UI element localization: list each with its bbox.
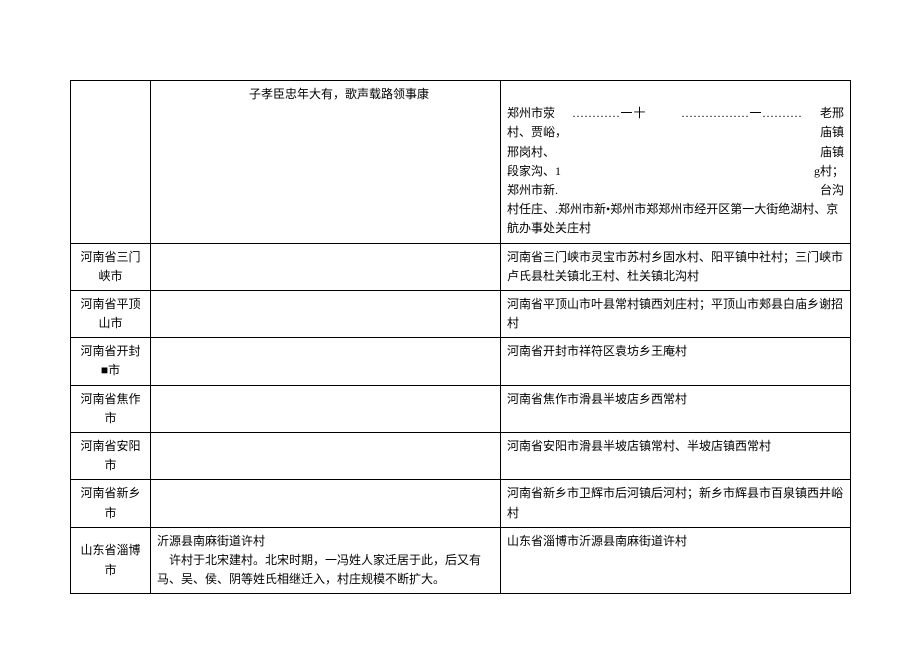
region-cell: 河南省新乡市 (71, 480, 151, 527)
loc-cell: 河南省三门峡市灵宝市苏村乡固水村、阳平镇中社村；三门峡市卢氏县杜关镇北王村、杜关… (501, 243, 851, 290)
table-row: 子孝臣忠年大有，歌声载路领事康 郑州市荥 ............一十 ....… (71, 81, 851, 244)
loc-cell: 河南省安阳市滑县半坡店镇常村、半坡店镇西常村 (501, 433, 851, 480)
loc-cell: 山东省淄博市沂源县南麻街道许村 (501, 527, 851, 594)
poem-line: 子孝臣忠年大有，歌声载路领事康 (157, 85, 494, 104)
loc-cell: 河南省开封市祥符区袁坊乡王庵村 (501, 338, 851, 385)
table-row: 河南省平顶山市 河南省平顶山市叶县常村镇西刘庄村；平顶山市郏县白庙乡谢招村 (71, 290, 851, 337)
table-row: 河南省焦作市 河南省焦作市滑县半坡店乡西常村 (71, 385, 851, 432)
loc-cell: 河南省新乡市卫辉市后河镇后河村；新乡市辉县市百泉镇西井峪村 (501, 480, 851, 527)
loc-cell: 河南省平顶山市叶县常村镇西刘庄村；平顶山市郏县白庙乡谢招村 (501, 290, 851, 337)
desc-cell (151, 385, 501, 432)
region-cell (71, 81, 151, 244)
desc-cell (151, 243, 501, 290)
table-row: 河南省三门峡市 河南省三门峡市灵宝市苏村乡固水村、阳平镇中社村；三门峡市卢氏县杜… (71, 243, 851, 290)
desc-cell: 子孝臣忠年大有，歌声载路领事康 (151, 81, 501, 244)
region-table: 子孝臣忠年大有，歌声载路领事康 郑州市荥 ............一十 ....… (70, 80, 851, 594)
desc-cell (151, 290, 501, 337)
loc-line: 郑州市荥 ............一十 .................一..… (507, 104, 844, 123)
loc-line: 村、贾峪， 庙镇 (507, 123, 844, 142)
table-row: 河南省新乡市 河南省新乡市卫辉市后河镇后河村；新乡市辉县市百泉镇西井峪村 (71, 480, 851, 527)
desc-cell (151, 433, 501, 480)
table-row: 河南省开封■市 河南省开封市祥符区袁坊乡王庵村 (71, 338, 851, 385)
loc-line: 邢岗村、 庙镇 (507, 143, 844, 162)
region-cell: 河南省安阳市 (71, 433, 151, 480)
region-cell: 山东省淄博市 (71, 527, 151, 594)
desc-body: 许村于北宋建村。北宋时期，一冯姓人家迁居于此，后又有马、吴、侯、阴等姓氏相继迁入… (157, 551, 494, 589)
desc-cell (151, 338, 501, 385)
desc-cell: 沂源县南麻街道许村 许村于北宋建村。北宋时期，一冯姓人家迁居于此，后又有马、吴、… (151, 527, 501, 594)
loc-cell: 郑州市荥 ............一十 .................一..… (501, 81, 851, 244)
loc-cell: 河南省焦作市滑县半坡店乡西常村 (501, 385, 851, 432)
region-cell: 河南省开封■市 (71, 338, 151, 385)
region-cell: 河南省平顶山市 (71, 290, 151, 337)
table-row: 河南省安阳市 河南省安阳市滑县半坡店镇常村、半坡店镇西常村 (71, 433, 851, 480)
loc-line: 郑州市新. 台沟 (507, 181, 844, 200)
region-cell: 河南省焦作市 (71, 385, 151, 432)
loc-tail: 村任庄、.郑州市新•郑州市郑郑州市经开区第一大街绝湖村、京航办事处关庄村 (507, 200, 844, 238)
desc-title: 沂源县南麻街道许村 (157, 532, 494, 551)
region-cell: 河南省三门峡市 (71, 243, 151, 290)
loc-line: 段家沟、1 g村； (507, 162, 844, 181)
table-row: 山东省淄博市 沂源县南麻街道许村 许村于北宋建村。北宋时期，一冯姓人家迁居于此，… (71, 527, 851, 594)
desc-cell (151, 480, 501, 527)
